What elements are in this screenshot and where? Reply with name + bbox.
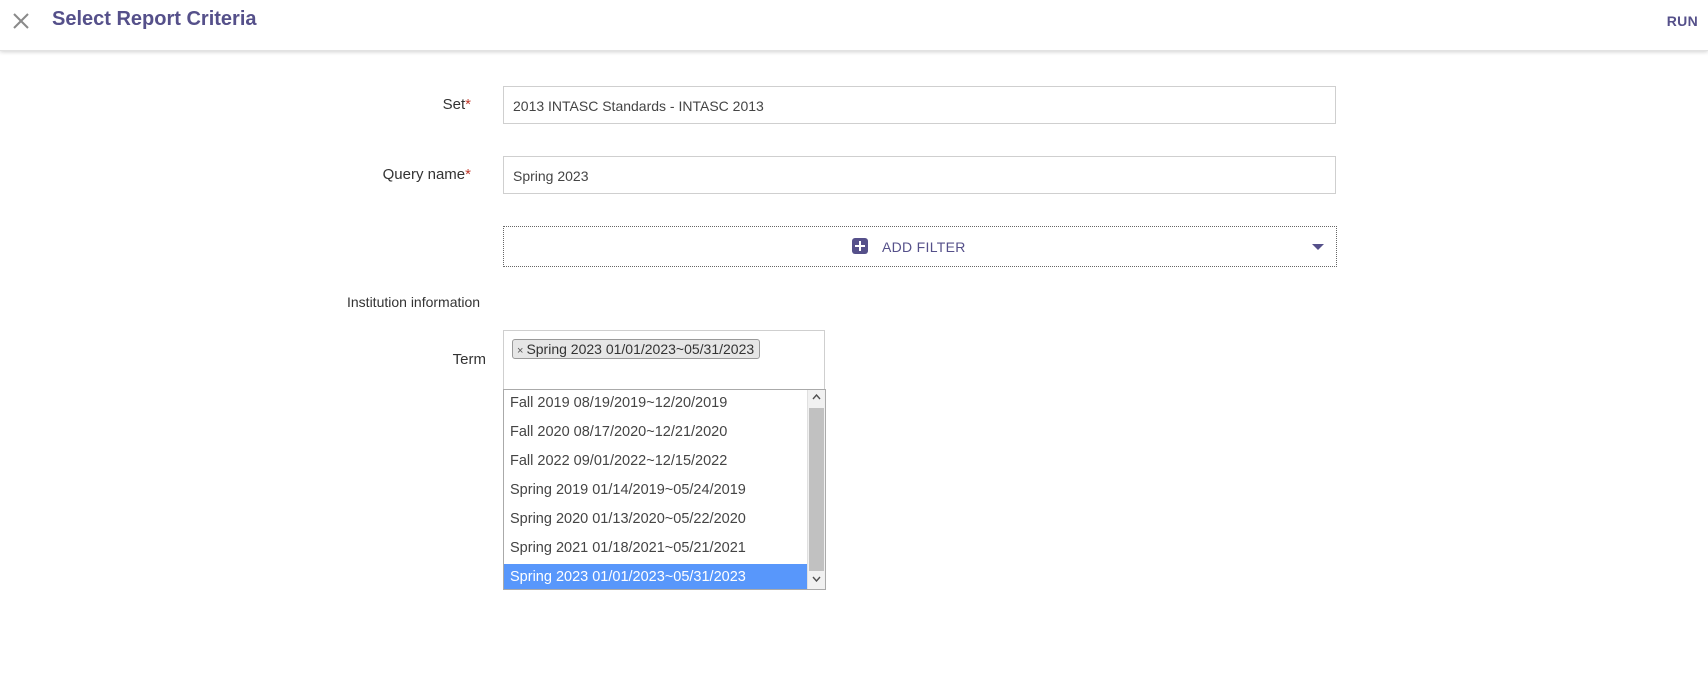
term-option[interactable]: Fall 2020 08/17/2020~12/21/2020: [504, 419, 808, 448]
term-multiselect[interactable]: × Spring 2023 01/01/2023~05/31/2023: [503, 330, 825, 390]
set-label: Set*: [300, 96, 471, 113]
dialog-header: Select Report Criteria RUN: [0, 0, 1708, 51]
query-name-label: Query name*: [300, 166, 471, 183]
term-option[interactable]: Fall 2019 08/19/2019~12/20/2019: [504, 390, 808, 419]
term-option[interactable]: Fall 2022 09/01/2022~12/15/2022: [504, 448, 808, 477]
chip-remove-icon[interactable]: ×: [517, 345, 523, 357]
add-filter-label: ADD FILTER: [882, 239, 966, 255]
page-title: Select Report Criteria: [52, 8, 257, 30]
scroll-down-icon[interactable]: [808, 572, 825, 589]
dropdown-scrollbar[interactable]: [807, 390, 825, 589]
term-option[interactable]: Spring 2020 01/13/2020~05/22/2020: [504, 506, 808, 535]
scrollbar-thumb[interactable]: [809, 408, 824, 571]
term-option[interactable]: Spring 2019 01/14/2019~05/24/2019: [504, 477, 808, 506]
set-label-text: Set: [442, 96, 466, 113]
set-field[interactable]: 2013 INTASC Standards - INTASC 2013: [503, 86, 1336, 124]
query-name-label-text: Query name: [382, 166, 466, 183]
term-chip-label: Spring 2023 01/01/2023~05/31/2023: [526, 341, 755, 357]
plus-square-icon: [852, 238, 868, 254]
caret-down-icon[interactable]: [1312, 244, 1324, 250]
term-option[interactable]: Spring 2021 01/18/2021~05/21/2021: [504, 535, 808, 564]
term-label: Term: [452, 351, 486, 368]
run-button[interactable]: RUN: [1667, 13, 1698, 29]
add-filter-button[interactable]: ADD FILTER: [503, 226, 1337, 267]
scroll-up-icon[interactable]: [808, 390, 825, 407]
required-mark: *: [465, 166, 471, 183]
term-chip: × Spring 2023 01/01/2023~05/31/2023: [512, 339, 761, 359]
institution-section-label: Institution information: [347, 294, 481, 310]
close-icon[interactable]: [10, 10, 32, 32]
term-options: Fall 2019 08/19/2019~12/20/2019 Fall 202…: [504, 390, 808, 589]
term-dropdown-list: Fall 2019 08/19/2019~12/20/2019 Fall 202…: [503, 389, 826, 590]
required-mark: *: [465, 96, 471, 113]
term-option-highlighted[interactable]: Spring 2023 01/01/2023~05/31/2023: [504, 564, 808, 589]
query-name-input[interactable]: Spring 2023: [503, 156, 1336, 194]
